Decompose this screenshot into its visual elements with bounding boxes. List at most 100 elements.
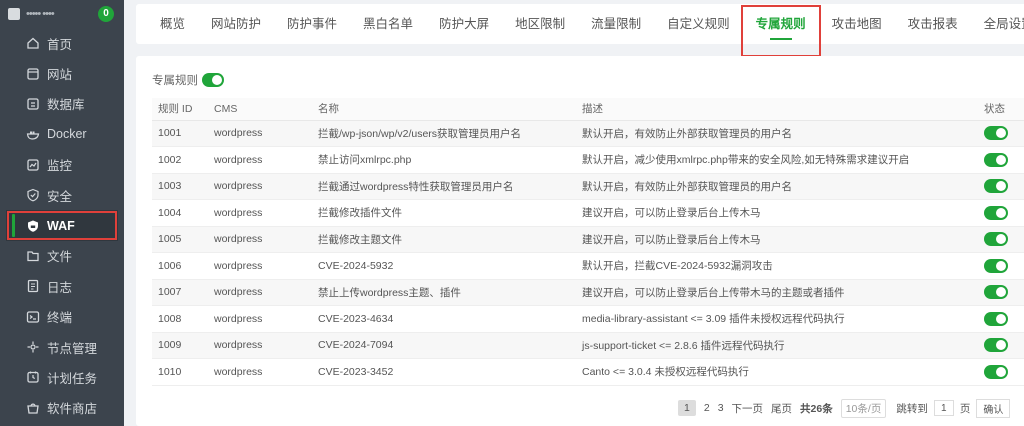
page-unit-label: 页 xyxy=(959,402,971,415)
cell-rule-id: 1010 xyxy=(152,358,208,386)
sidebar-item-label: 文件 xyxy=(47,250,73,265)
tab-bar: 概览 网站防护 防护事件 黑白名单 防护大屏 地区限制 流量限制 自定义规则 专属规则 攻击地图攻… xyxy=(136,4,1024,44)
per-page-select[interactable]: 10条/页 xyxy=(840,398,887,418)
table-row[interactable]: 1008 wordpress CVE-2023-4634 media-library-… xyxy=(152,305,1024,333)
sidebar-item-docker[interactable]: Docker xyxy=(0,119,124,149)
next-page-button[interactable]: 下一页 xyxy=(732,401,764,416)
sidebar-item-clock[interactable]: 计划任务 xyxy=(0,362,124,392)
cell-cms: wordpress xyxy=(208,358,312,386)
tab-0[interactable]: 概览 xyxy=(136,4,198,44)
tab-11[interactable]: 全局设置 xyxy=(971,4,1024,44)
node-icon xyxy=(26,340,40,354)
confirm-button[interactable]: 确认 xyxy=(976,398,1011,418)
rule-status-switch[interactable] xyxy=(984,179,1008,194)
cell-cms: wordpress xyxy=(208,332,312,359)
last-page-button[interactable]: 尾页 xyxy=(771,401,792,416)
rule-status-switch[interactable] xyxy=(984,126,1008,141)
cell-name: 拦截通过wordpress特性获取管理员用户名 xyxy=(312,173,576,200)
tab-4[interactable]: 防护大屏 xyxy=(426,4,502,44)
sidebar-item-folder[interactable]: 文件 xyxy=(0,241,124,271)
server-name: ••••• •••• xyxy=(26,8,55,20)
cell-rule-id: 1009 xyxy=(152,332,208,359)
sidebar-item-chart[interactable]: 监控 xyxy=(0,150,124,180)
rule-status-switch[interactable] xyxy=(984,205,1008,220)
goto-label: 跳转到 xyxy=(896,402,928,415)
sidebar-item-label: 软件商店 xyxy=(47,402,98,417)
sidebar-item-label: WAF xyxy=(47,218,75,233)
tab-6[interactable]: 流量限制 xyxy=(578,4,654,44)
sidebar-item-label: 终端 xyxy=(47,311,73,326)
cell-status xyxy=(978,199,1024,227)
tab-5[interactable]: 地区限制 xyxy=(502,4,578,44)
cell-status xyxy=(978,358,1024,386)
table-row[interactable]: 1004 wordpress 拦截修改插件文件 建议开启，可以防止登录后台上传木马 xyxy=(152,199,1024,227)
main-content: 概览 网站防护 防护事件 黑白名单 防护大屏 地区限制 流量限制 自定义规则 专属规则 攻击地图攻… xyxy=(124,0,1024,426)
sidebar-item-log[interactable]: 日志 xyxy=(0,271,124,301)
table-row[interactable]: 1002 wordpress 禁止访问xmlrpc.php 默认开启，减少使用xmlr… xyxy=(152,146,1024,174)
page-2-button[interactable]: 2 xyxy=(704,402,710,414)
sidebar-item-label: 节点管理 xyxy=(47,341,98,356)
table-row[interactable]: 1010 wordpress CVE-2023-3452 Canto <= 3.0.4… xyxy=(152,358,1024,386)
sidebar-item-label: 日志 xyxy=(47,280,73,295)
tab-7[interactable]: 自定义规则 xyxy=(654,4,743,44)
tab-9[interactable]: 攻击地图 xyxy=(819,4,895,44)
sidebar-item-shield-check[interactable]: 安全 xyxy=(0,180,124,210)
table-row[interactable]: 1007 wordpress 禁止上传wordpress主题、插件 建议开启，可以防止… xyxy=(152,279,1024,306)
tab-3[interactable]: 黑白名单 xyxy=(350,4,426,44)
rule-status-switch[interactable] xyxy=(984,152,1008,167)
cell-rule-id: 1005 xyxy=(152,226,208,253)
cell-description: 默认开启，有效防止外部获取管理员的用户名 xyxy=(576,120,978,147)
notification-badge[interactable]: 0 xyxy=(98,6,114,22)
sidebar-item-database[interactable]: 数据库 xyxy=(0,89,124,119)
sidebar-item-waf-shield[interactable]: WAF xyxy=(6,210,118,241)
tab-2[interactable]: 防护事件 xyxy=(274,4,350,44)
sidebar-item-store[interactable]: 软件商店 xyxy=(0,393,124,423)
cell-name: CVE-2024-5932 xyxy=(312,252,576,280)
cell-description: 默认开启，有效防止外部获取管理员的用户名 xyxy=(576,173,978,200)
cell-cms: wordpress xyxy=(208,305,312,333)
tab-10[interactable]: 攻击报表 xyxy=(895,4,971,44)
cell-cms: wordpress xyxy=(208,279,312,306)
table-row[interactable]: 1009 wordpress CVE-2024-7094 js-support-tic… xyxy=(152,332,1024,359)
cell-status xyxy=(978,279,1024,306)
goto-page-input[interactable] xyxy=(933,400,954,416)
sidebar-item-home[interactable]: 首页 xyxy=(0,28,124,58)
table-row[interactable]: 1003 wordpress 拦截通过wordpress特性获取管理员用户名 默认开启… xyxy=(152,173,1024,200)
cell-status xyxy=(978,173,1024,200)
exclusive-rules-toggle-row: 专属规则 xyxy=(152,72,224,88)
cell-description: Canto <= 3.0.4 未授权远程代码执行 xyxy=(576,358,978,386)
rule-status-switch[interactable] xyxy=(984,258,1008,273)
table-row[interactable]: 1006 wordpress CVE-2024-5932 默认开启，拦截CVE-202… xyxy=(152,252,1024,280)
sidebar-item-label: 首页 xyxy=(47,37,73,52)
col-name: 名称 xyxy=(312,98,576,121)
cell-description: 建议开启，可以防止登录后台上传木马 xyxy=(576,226,978,253)
table-header-row: 规则 ID CMS 名称 描述 状态 xyxy=(152,98,1024,121)
cell-rule-id: 1002 xyxy=(152,146,208,174)
cell-rule-id: 1003 xyxy=(152,173,208,200)
sidebar-item-terminal[interactable]: 终端 xyxy=(0,302,124,332)
table-row[interactable]: 1005 wordpress 拦截修改主题文件 建议开启，可以防止登录后台上传木马 xyxy=(152,226,1024,253)
cell-name: 拦截修改主题文件 xyxy=(312,226,576,253)
tab-1[interactable]: 网站防护 xyxy=(198,4,274,44)
clock-icon xyxy=(26,370,40,384)
cell-description: 建议开启，可以防止登录后台上传木马 xyxy=(576,199,978,227)
cell-name: 禁止上传wordpress主题、插件 xyxy=(312,279,576,306)
cell-status xyxy=(978,332,1024,359)
rules-panel: 专属规则 规则 ID CMS 名称 描述 状态 1001 wordpress 拦截/… xyxy=(136,56,1024,426)
cell-rule-id: 1008 xyxy=(152,305,208,333)
cell-description: js-support-ticket <= 2.8.6 插件远程代码执行 xyxy=(576,332,978,359)
table-row[interactable]: 1001 wordpress 拦截/wp-json/wp/v2/users获取管理员… xyxy=(152,120,1024,147)
rule-status-switch[interactable] xyxy=(984,311,1008,326)
tab-8[interactable]: 专属规则 xyxy=(743,4,819,44)
rule-status-switch[interactable] xyxy=(984,364,1008,379)
page-3-button[interactable]: 3 xyxy=(718,402,724,414)
sidebar-item-node[interactable]: 节点管理 xyxy=(0,332,124,362)
sidebar-item-globe[interactable]: 网站 xyxy=(0,58,124,88)
rule-status-switch[interactable] xyxy=(984,338,1008,353)
rule-status-switch[interactable] xyxy=(984,285,1008,300)
sidebar-item-label: Docker xyxy=(47,127,87,142)
page-1-button[interactable]: 1 xyxy=(678,400,696,416)
cell-rule-id: 1007 xyxy=(152,279,208,306)
rule-status-switch[interactable] xyxy=(984,232,1008,247)
exclusive-rules-switch[interactable] xyxy=(202,73,224,87)
